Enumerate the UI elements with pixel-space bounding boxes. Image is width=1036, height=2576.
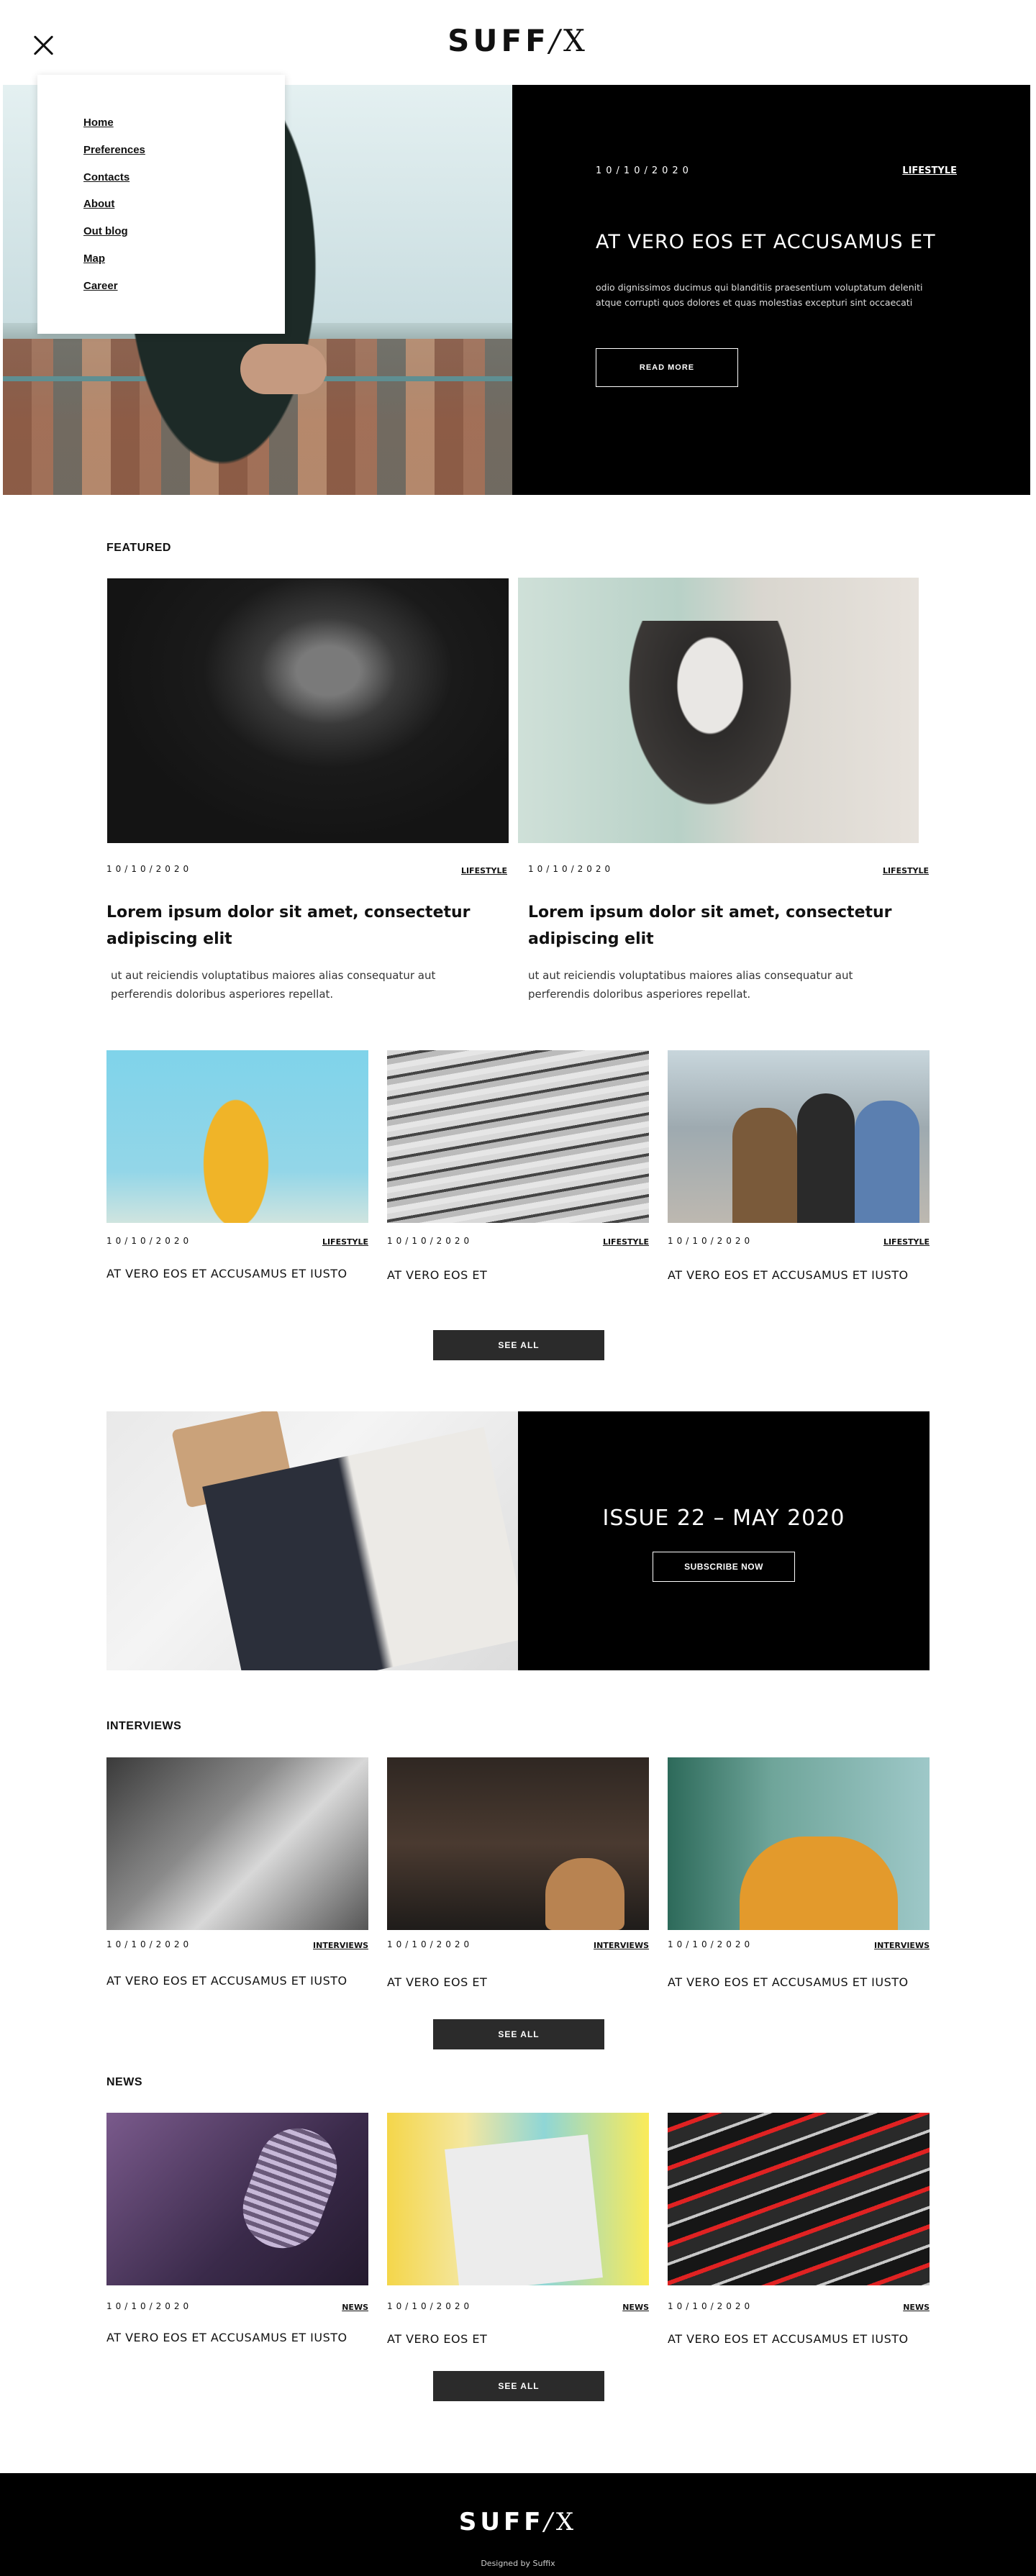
interview-3-date: 10/10/2020: [668, 1939, 754, 1949]
logo-text: SUFF: [447, 23, 550, 58]
interview-image-3[interactable]: [668, 1757, 930, 1930]
footer-logo-slash: /: [544, 2508, 556, 2536]
small-featured-image-2[interactable]: [387, 1050, 649, 1223]
nav-link-map[interactable]: Map: [83, 252, 105, 265]
logo-slash: /: [549, 23, 563, 58]
issue-panel: [518, 1411, 930, 1670]
footer-logo[interactable]: SUFF/X: [0, 2508, 1036, 2536]
news-3-title[interactable]: AT VERO EOS ET ACCUSAMUS ET IUSTO: [668, 2332, 909, 2346]
site-logo[interactable]: SUFF/X: [0, 23, 1036, 58]
interviews-heading: INTERVIEWS: [106, 1720, 182, 1732]
small-featured-2-category[interactable]: LIFESTYLE: [577, 1237, 649, 1247]
small-featured-image-1[interactable]: [106, 1050, 368, 1223]
interview-3-title[interactable]: AT VERO EOS ET ACCUSAMUS ET IUSTO: [668, 1975, 909, 1989]
nav-link-blog[interactable]: Out blog: [83, 225, 128, 237]
featured-image-1[interactable]: [107, 578, 509, 843]
interview-3-category[interactable]: INTERVIEWS: [858, 1941, 930, 1950]
small-featured-3-title[interactable]: AT VERO EOS ET ACCUSAMUS ET IUSTO: [668, 1268, 909, 1282]
interview-1-title[interactable]: AT VERO EOS ET ACCUSAMUS ET IUSTO: [106, 1974, 347, 1988]
featured-1-title[interactable]: Lorem ipsum dolor sit amet, consectetur …: [106, 899, 514, 952]
small-featured-3-category[interactable]: LIFESTYLE: [858, 1237, 930, 1247]
news-image-3[interactable]: [668, 2113, 930, 2285]
footer-credit: Designed by Suffix: [481, 2559, 555, 2568]
interview-1-date: 10/10/2020: [106, 1939, 193, 1949]
small-featured-2-date: 10/10/2020: [387, 1236, 473, 1246]
hero-text: odio dignissimos ducimus qui blanditiis …: [596, 282, 923, 308]
subscribe-button[interactable]: SUBSCRIBE NOW: [653, 1552, 795, 1582]
logo-tail: X: [563, 23, 589, 58]
news-1-title[interactable]: AT VERO EOS ET ACCUSAMUS ET IUSTO: [106, 2331, 347, 2344]
small-featured-1-category[interactable]: LIFESTYLE: [296, 1237, 368, 1247]
featured-2-category[interactable]: LIFESTYLE: [853, 866, 929, 875]
news-see-all-button[interactable]: SEE ALL: [433, 2371, 604, 2401]
news-image-1[interactable]: [106, 2113, 368, 2285]
news-2-date: 10/10/2020: [387, 2301, 473, 2311]
nav-item-about[interactable]: About: [83, 196, 145, 224]
small-featured-image-3[interactable]: [668, 1050, 930, 1223]
featured-2-date: 10/10/2020: [528, 864, 614, 874]
interview-image-2[interactable]: [387, 1757, 649, 1930]
small-featured-2-title[interactable]: AT VERO EOS ET: [387, 1268, 487, 1282]
issue-cover-image: [106, 1411, 518, 1670]
read-more-button[interactable]: READ MORE: [596, 348, 738, 387]
nav-item-home[interactable]: Home: [83, 115, 145, 142]
news-heading: NEWS: [106, 2076, 142, 2088]
nav-menu-list: Home Preferences Contacts About Out blog…: [83, 115, 145, 306]
hero-category-link[interactable]: LIFESTYLE: [902, 165, 957, 176]
nav-link-about[interactable]: About: [83, 198, 114, 210]
news-image-2[interactable]: [387, 2113, 649, 2285]
nav-link-home[interactable]: Home: [83, 117, 114, 129]
featured-2-text: ut aut reiciendis voluptatibus maiores a…: [528, 969, 853, 1001]
hero-title: AT VERO EOS ET ACCUSAMUS ET: [596, 231, 936, 253]
news-2-category[interactable]: NEWS: [577, 2303, 649, 2312]
nav-link-preferences[interactable]: Preferences: [83, 144, 145, 156]
nav-link-contacts[interactable]: Contacts: [83, 171, 130, 183]
news-1-category[interactable]: NEWS: [296, 2303, 368, 2312]
footer-logo-text: SUFF: [458, 2508, 545, 2536]
nav-link-career[interactable]: Career: [83, 280, 118, 292]
interview-image-1[interactable]: [106, 1757, 368, 1930]
interviews-see-all-button[interactable]: SEE ALL: [433, 2019, 604, 2049]
issue-title: ISSUE 22 – MAY 2020: [602, 1506, 845, 1531]
featured-1-text: ut aut reiciendis voluptatibus maiores a…: [111, 969, 436, 1001]
interview-2-category[interactable]: INTERVIEWS: [577, 1941, 649, 1950]
featured-see-all-button[interactable]: SEE ALL: [433, 1330, 604, 1360]
nav-menu-panel: Home Preferences Contacts About Out blog…: [37, 75, 285, 334]
nav-item-career[interactable]: Career: [83, 278, 145, 306]
interview-2-title[interactable]: AT VERO EOS ET: [387, 1975, 487, 1989]
featured-heading: FEATURED: [106, 542, 171, 554]
featured-1-category[interactable]: LIFESTYLE: [432, 866, 507, 875]
interview-2-date: 10/10/2020: [387, 1939, 473, 1949]
featured-2-title[interactable]: Lorem ipsum dolor sit amet, consectetur …: [528, 899, 902, 952]
nav-item-contacts[interactable]: Contacts: [83, 170, 145, 197]
hero-date: 10/10/2020: [596, 165, 693, 176]
news-2-title[interactable]: AT VERO EOS ET: [387, 2332, 487, 2346]
nav-item-preferences[interactable]: Preferences: [83, 142, 145, 170]
news-1-date: 10/10/2020: [106, 2301, 193, 2311]
footer-logo-tail: X: [555, 2508, 578, 2536]
small-featured-1-date: 10/10/2020: [106, 1236, 193, 1246]
small-featured-3-date: 10/10/2020: [668, 1236, 754, 1246]
nav-item-blog[interactable]: Out blog: [83, 224, 145, 251]
nav-item-map[interactable]: Map: [83, 251, 145, 278]
small-featured-1-title[interactable]: AT VERO EOS ET ACCUSAMUS ET IUSTO: [106, 1267, 347, 1280]
featured-image-2[interactable]: [518, 578, 919, 843]
news-3-category[interactable]: NEWS: [858, 2303, 930, 2312]
news-3-date: 10/10/2020: [668, 2301, 754, 2311]
featured-1-date: 10/10/2020: [106, 864, 193, 874]
interview-1-category[interactable]: INTERVIEWS: [296, 1941, 368, 1950]
